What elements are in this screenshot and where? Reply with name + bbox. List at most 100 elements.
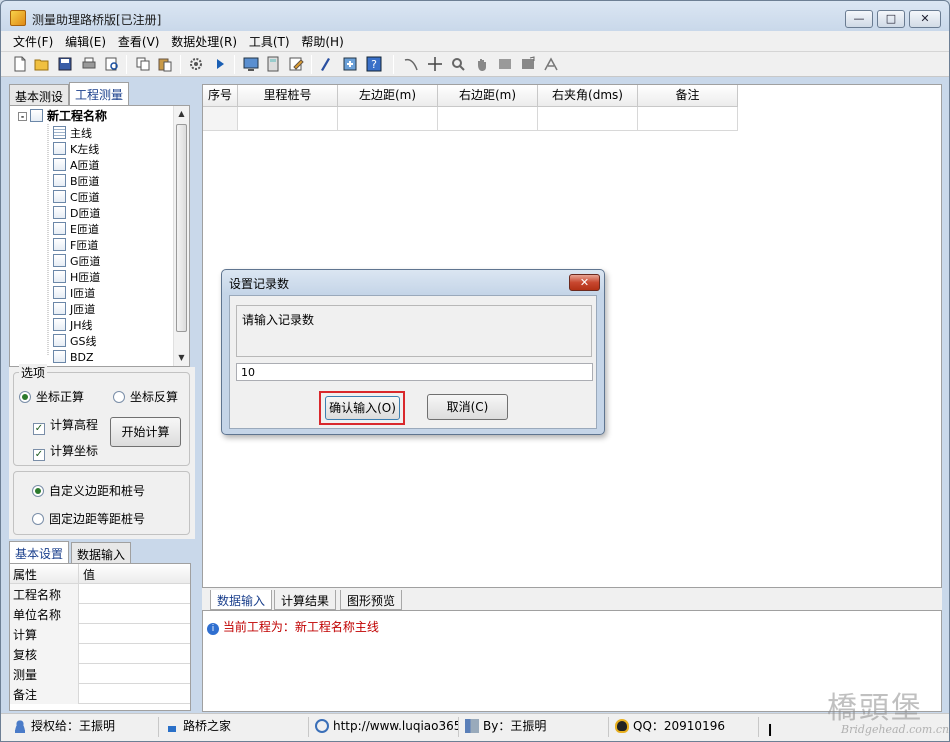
grid-cell[interactable] bbox=[338, 107, 438, 131]
title-bar[interactable]: 测量助理路桥版[已注册] — □ ✕ bbox=[1, 1, 949, 31]
column-header-left-offset[interactable]: 左边距(m) bbox=[338, 85, 438, 107]
item-checkbox[interactable] bbox=[53, 318, 66, 331]
print-icon[interactable] bbox=[81, 56, 97, 72]
tree-item[interactable]: BDZ bbox=[53, 350, 94, 366]
new-file-icon[interactable] bbox=[12, 56, 28, 72]
crosshair-icon[interactable] bbox=[427, 56, 443, 72]
curve-icon[interactable] bbox=[403, 56, 419, 72]
tree-item[interactable]: J匝道 bbox=[53, 302, 95, 318]
item-checkbox[interactable] bbox=[53, 174, 66, 187]
open-folder-icon[interactable] bbox=[34, 56, 50, 72]
tab-data-input[interactable]: 数据输入 bbox=[210, 590, 273, 610]
column-header-right-offset[interactable]: 右边距(m) bbox=[438, 85, 538, 107]
item-checkbox[interactable] bbox=[53, 222, 66, 235]
property-value[interactable] bbox=[80, 644, 190, 664]
tree-item[interactable]: A匝道 bbox=[53, 158, 100, 174]
paste-icon[interactable] bbox=[157, 56, 173, 72]
status-url[interactable]: http://www.luqiao365. bbox=[311, 717, 459, 737]
cancel-button[interactable]: 取消(C) bbox=[427, 394, 508, 420]
property-row[interactable]: 复核 bbox=[10, 644, 190, 664]
tab-graphic-preview[interactable]: 图形预览 bbox=[340, 590, 403, 610]
close-button[interactable]: ✕ bbox=[909, 10, 941, 28]
measure-icon[interactable] bbox=[543, 56, 559, 72]
column-header-right-angle[interactable]: 右夹角(dms) bbox=[538, 85, 638, 107]
menu-help[interactable]: 帮助(H) bbox=[297, 31, 347, 51]
edit-icon[interactable] bbox=[288, 56, 304, 72]
scroll-down-icon[interactable]: ▼ bbox=[175, 350, 188, 366]
checkbox-calc-elevation[interactable]: ✓ 计算高程 bbox=[33, 416, 98, 435]
tree-item[interactable]: E匝道 bbox=[53, 222, 99, 238]
help-icon[interactable]: ? bbox=[366, 56, 382, 72]
maximize-button[interactable]: □ bbox=[877, 10, 905, 28]
tree-item[interactable]: H匝道 bbox=[53, 270, 100, 286]
scroll-up-icon[interactable]: ▲ bbox=[175, 106, 188, 122]
menu-edit[interactable]: 编辑(E) bbox=[61, 31, 110, 51]
tab-basic-settings[interactable]: 基本设置 bbox=[9, 541, 70, 563]
tree-item[interactable]: GS线 bbox=[53, 334, 97, 350]
item-checkbox[interactable] bbox=[53, 158, 66, 171]
calculator-icon[interactable] bbox=[265, 56, 281, 72]
item-checkbox[interactable] bbox=[53, 206, 66, 219]
dialog-close-button[interactable]: ✕ bbox=[569, 274, 600, 291]
property-row[interactable]: 单位名称 bbox=[10, 604, 190, 624]
property-value[interactable] bbox=[80, 624, 190, 644]
status-home[interactable]: 路桥之家 bbox=[161, 717, 309, 737]
radio-coord-forward[interactable]: 坐标正算 bbox=[19, 388, 84, 405]
grid-cell[interactable] bbox=[538, 107, 638, 131]
grid-cell[interactable] bbox=[438, 107, 538, 131]
menu-data-processing[interactable]: 数据处理(R) bbox=[167, 31, 241, 51]
gear-icon[interactable] bbox=[188, 56, 204, 72]
draw-icon[interactable] bbox=[319, 56, 335, 72]
item-checkbox[interactable] bbox=[53, 286, 66, 299]
column-header-remark[interactable]: 备注 bbox=[638, 85, 738, 107]
menu-tools[interactable]: 工具(T) bbox=[245, 31, 294, 51]
tree-root[interactable]: - 新工程名称 bbox=[18, 109, 107, 125]
confirm-button[interactable]: 确认输入(O) bbox=[325, 396, 400, 420]
column-header-index[interactable]: 序号 bbox=[203, 85, 238, 107]
play-icon[interactable] bbox=[212, 56, 228, 72]
start-calc-button[interactable]: 开始计算 bbox=[110, 417, 181, 447]
tree-item[interactable]: G匝道 bbox=[53, 254, 101, 270]
root-checkbox[interactable] bbox=[30, 109, 43, 122]
item-checkbox[interactable] bbox=[53, 302, 66, 315]
grid-cell[interactable] bbox=[203, 107, 238, 131]
tab-basic-survey[interactable]: 基本测设 bbox=[9, 84, 70, 105]
rectangle-icon[interactable] bbox=[497, 56, 513, 72]
copy-icon[interactable] bbox=[135, 56, 151, 72]
scroll-thumb[interactable] bbox=[176, 124, 187, 332]
property-value[interactable] bbox=[80, 604, 190, 624]
grid-cell[interactable] bbox=[238, 107, 338, 131]
record-count-input[interactable] bbox=[236, 363, 593, 381]
screen-icon[interactable] bbox=[243, 56, 259, 72]
item-checkbox[interactable] bbox=[53, 190, 66, 203]
item-checkbox[interactable] bbox=[53, 238, 66, 251]
menu-file[interactable]: 文件(F) bbox=[9, 31, 57, 51]
tree-item[interactable]: B匝道 bbox=[53, 174, 100, 190]
tab-engineering-survey[interactable]: 工程测量 bbox=[69, 82, 130, 105]
item-checkbox[interactable] bbox=[53, 254, 66, 267]
tab-data-input-left[interactable]: 数据输入 bbox=[71, 542, 132, 563]
item-checkbox[interactable] bbox=[53, 350, 66, 363]
collapse-icon[interactable]: - bbox=[18, 112, 27, 121]
save-icon[interactable] bbox=[57, 56, 73, 72]
radio-fixed-offset[interactable]: 固定边距等距桩号 bbox=[32, 510, 145, 527]
tree-item[interactable]: F匝道 bbox=[53, 238, 98, 254]
zoom-icon[interactable] bbox=[450, 56, 466, 72]
export-icon[interactable] bbox=[342, 56, 358, 72]
tree-item[interactable]: C匝道 bbox=[53, 190, 100, 206]
property-value[interactable] bbox=[80, 664, 190, 684]
tree-item[interactable]: 主线 bbox=[53, 126, 92, 142]
tree-item[interactable]: K左线 bbox=[53, 142, 99, 158]
property-row[interactable]: 备注 bbox=[10, 684, 190, 704]
picture-icon[interactable] bbox=[520, 56, 536, 72]
item-checkbox[interactable] bbox=[53, 142, 66, 155]
property-value[interactable] bbox=[80, 684, 190, 704]
print-preview-icon[interactable] bbox=[104, 56, 120, 72]
grid-cell[interactable] bbox=[638, 107, 738, 131]
property-value[interactable] bbox=[80, 584, 190, 604]
tree-item[interactable]: JH线 bbox=[53, 318, 93, 334]
tab-calc-result[interactable]: 计算结果 bbox=[274, 590, 337, 610]
radio-custom-offset[interactable]: 自定义边距和桩号 bbox=[32, 482, 145, 499]
property-row[interactable]: 测量 bbox=[10, 664, 190, 684]
tree-scrollbar[interactable]: ▲ ▼ bbox=[173, 106, 189, 366]
